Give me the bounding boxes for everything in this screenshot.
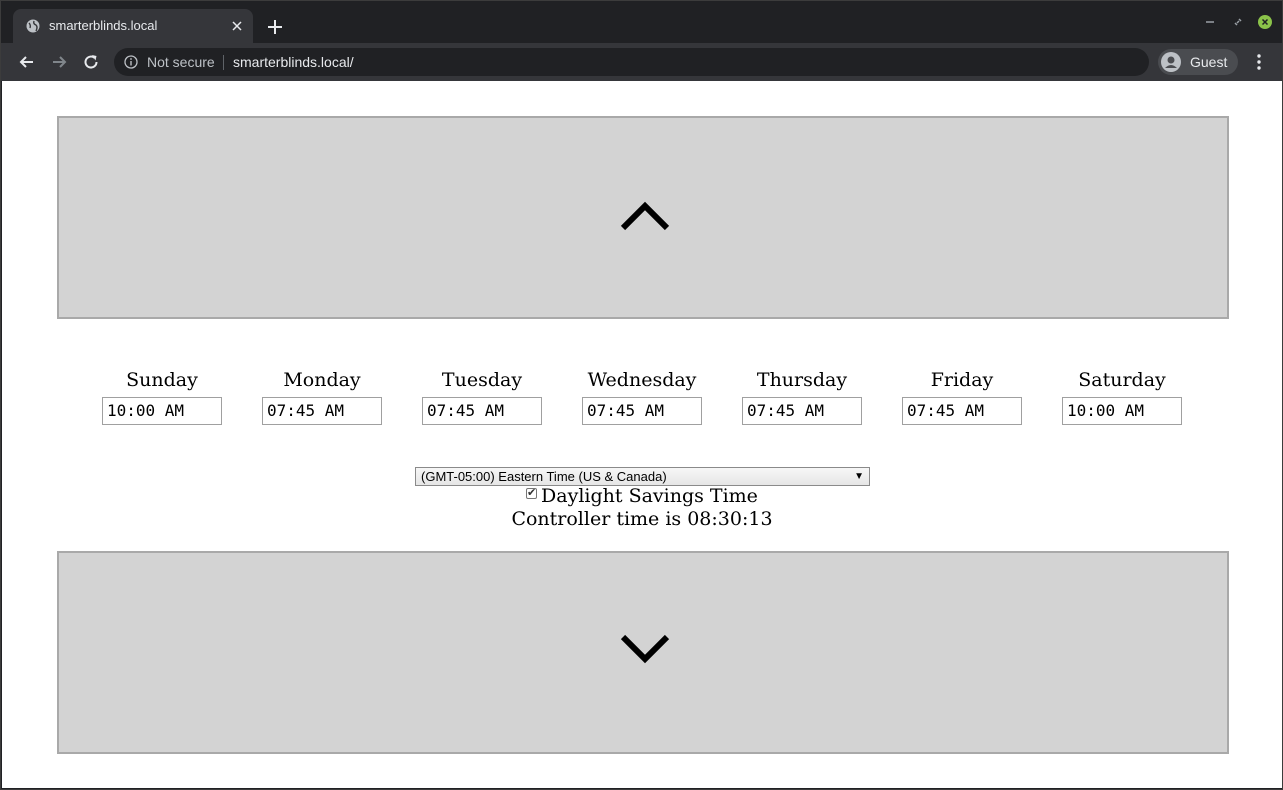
controller-time: Controller time is 08:30:13 [511,508,773,530]
chevron-down-icon [620,634,670,664]
day-label: Tuesday [441,369,523,391]
day-label: Wednesday [587,369,697,391]
info-icon[interactable] [124,55,138,69]
dropdown-arrow-icon: ▼ [854,471,864,482]
day-tuesday: Tuesday 07:45 AM [422,368,542,425]
raise-blinds-button[interactable] [57,116,1229,319]
day-label: Monday [283,369,361,391]
minimize-icon[interactable] [1203,15,1217,29]
close-window-icon[interactable] [1258,15,1272,29]
url-text[interactable]: smarterblinds.local/ [233,54,354,70]
address-bar[interactable]: Not secure smarterblinds.local/ [114,48,1149,76]
security-status: Not secure [147,54,215,70]
chevron-up-icon [620,201,670,231]
time-input-monday[interactable]: 07:45 AM [262,397,382,425]
kebab-menu-icon[interactable] [1251,52,1267,72]
time-input-thursday[interactable]: 07:45 AM [742,397,862,425]
new-tab-icon[interactable] [265,17,285,37]
time-input-saturday[interactable]: 10:00 AM [1062,397,1182,425]
dst-label: Daylight Savings Time [541,485,758,507]
day-label: Saturday [1078,369,1166,391]
forward-arrow-icon[interactable] [49,52,69,72]
close-tab-icon[interactable] [229,18,245,34]
day-label: Sunday [126,369,198,391]
day-label: Thursday [756,369,848,391]
timezone-value: (GMT-05:00) Eastern Time (US & Canada) [421,469,667,484]
checkmark-icon: ✔ [527,486,537,499]
tab-title: smarterblinds.local [49,18,158,33]
day-sunday: Sunday 10:00 AM [102,368,222,425]
avatar-icon [1161,52,1181,72]
day-label: Friday [930,369,994,391]
browser-toolbar: Not secure smarterblinds.local/ Guest [1,43,1282,81]
reload-icon[interactable] [81,52,101,72]
day-thursday: Thursday 07:45 AM [742,368,862,425]
profile-button[interactable]: Guest [1158,49,1238,75]
day-wednesday: Wednesday 07:45 AM [582,368,702,425]
time-input-sunday[interactable]: 10:00 AM [102,397,222,425]
time-input-wednesday[interactable]: 07:45 AM [582,397,702,425]
timezone-select[interactable]: (GMT-05:00) Eastern Time (US & Canada) ▼ [415,467,870,486]
dst-row: ✔ Daylight Savings Time [2,485,1282,509]
tab-strip: smarterblinds.local [1,1,1282,43]
day-saturday: Saturday 10:00 AM [1062,368,1182,425]
day-monday: Monday 07:45 AM [262,368,382,425]
time-input-tuesday[interactable]: 07:45 AM [422,397,542,425]
globe-icon [26,19,40,33]
browser-window: smarterblinds.local Not secure smarterbl… [0,0,1283,790]
omnibox-divider [223,55,224,70]
back-arrow-icon[interactable] [17,52,37,72]
profile-name: Guest [1190,54,1228,70]
browser-tab[interactable]: smarterblinds.local [13,9,253,43]
restore-icon[interactable] [1231,15,1245,29]
lower-blinds-button[interactable] [57,551,1229,754]
day-friday: Friday 07:45 AM [902,368,1022,425]
dst-checkbox[interactable]: ✔ [526,486,538,499]
page-content: Sunday 10:00 AM Monday 07:45 AM Tuesday … [2,81,1282,788]
time-input-friday[interactable]: 07:45 AM [902,397,1022,425]
